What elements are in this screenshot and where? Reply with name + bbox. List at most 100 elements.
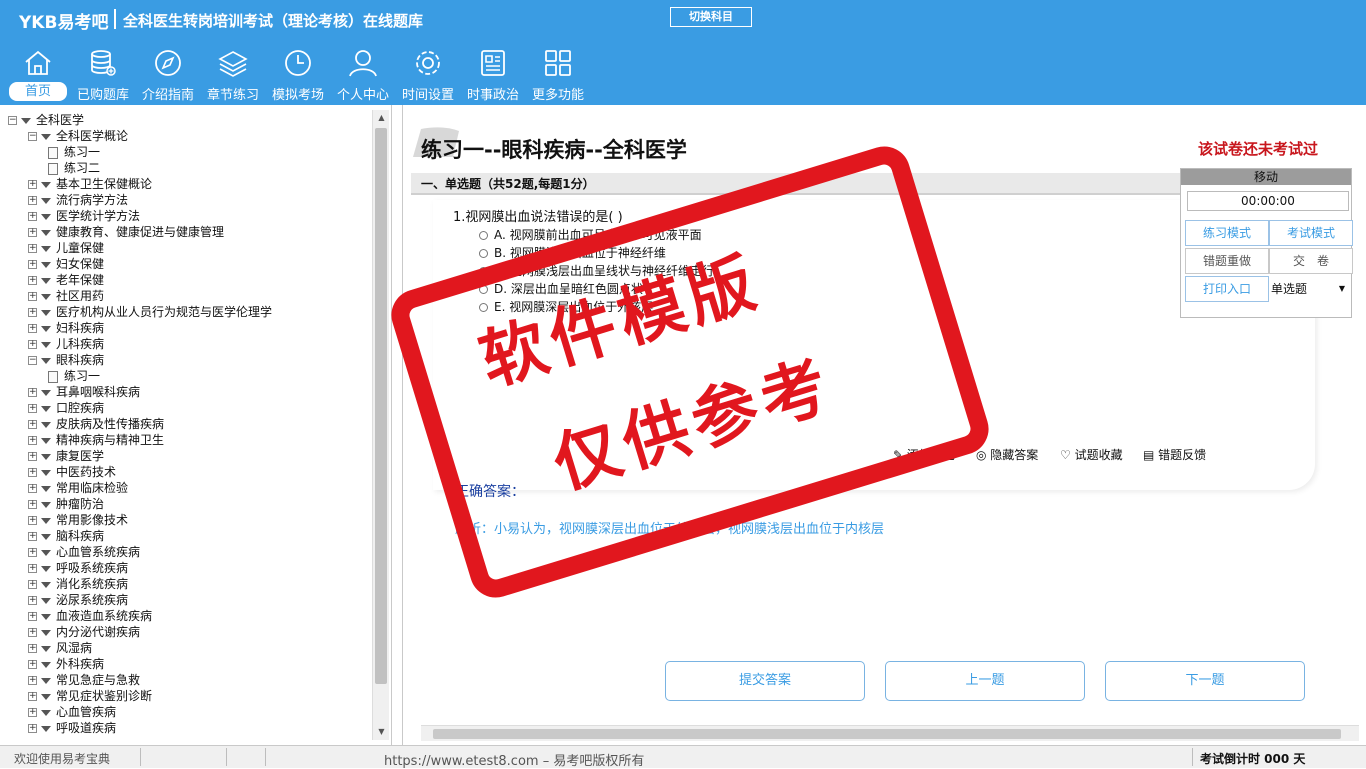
expand-icon[interactable]: + (28, 676, 37, 685)
radio-icon[interactable] (479, 303, 488, 312)
tree-item[interactable]: + 呼吸道疾病 (8, 720, 368, 736)
option-c[interactable]: C. 视网膜浅层出血呈线状与神经纤维走行 (479, 262, 714, 279)
error-feedback-button[interactable]: ▤ 错题反馈 (1143, 446, 1206, 463)
print-button[interactable]: 打印入口 (1185, 276, 1269, 302)
tree-item[interactable]: 练习二 (8, 160, 368, 176)
radio-icon[interactable] (479, 231, 488, 240)
tree-item[interactable]: + 血液造血系统疾病 (8, 608, 368, 624)
expand-icon[interactable]: + (28, 180, 37, 189)
option-d[interactable]: D. 深层出血呈暗红色圆点状 (479, 280, 643, 297)
nav-guide[interactable]: 介绍指南 (135, 48, 201, 104)
tree-scrollbar[interactable]: ▲ ▼ (372, 110, 389, 740)
expand-icon[interactable]: + (28, 244, 37, 253)
nav-personal-center[interactable]: 个人中心 (330, 48, 396, 104)
tree-item[interactable]: + 儿童保健 (8, 240, 368, 256)
expand-icon[interactable]: + (28, 596, 37, 605)
expand-icon[interactable]: + (28, 708, 37, 717)
panel-move-handle[interactable]: 移动 (1181, 169, 1351, 185)
tree-item[interactable]: + 中医药技术 (8, 464, 368, 480)
question-type-select[interactable]: 单选题 ▼ (1269, 277, 1351, 303)
expand-icon[interactable]: + (28, 660, 37, 669)
expand-icon[interactable]: + (28, 452, 37, 461)
tree-item[interactable]: + 常见症状鉴别诊断 (8, 688, 368, 704)
expand-icon[interactable]: + (28, 484, 37, 493)
tree-item[interactable]: + 常见急症与急救 (8, 672, 368, 688)
expand-icon[interactable]: + (28, 388, 37, 397)
practice-mode-button[interactable]: 练习模式 (1185, 220, 1269, 246)
expand-icon[interactable]: + (28, 564, 37, 573)
expand-icon[interactable]: + (28, 724, 37, 733)
add-note-button[interactable]: ✎ 添加笔记 (893, 446, 955, 463)
expand-icon[interactable]: + (28, 548, 37, 557)
nav-mock-exam[interactable]: 模拟考场 (265, 48, 331, 104)
tree-item[interactable]: + 常用临床检验 (8, 480, 368, 496)
tree-item[interactable]: + 常用影像技术 (8, 512, 368, 528)
nav-current-affairs[interactable]: 时事政治 (460, 48, 526, 104)
expand-icon[interactable]: + (28, 612, 37, 621)
nav-chapter-practice[interactable]: 章节练习 (200, 48, 266, 104)
tree-item[interactable]: − 眼科疾病 (8, 352, 368, 368)
horizontal-scrollbar[interactable] (421, 725, 1359, 741)
tree-item[interactable]: + 口腔疾病 (8, 400, 368, 416)
expand-icon[interactable]: + (28, 260, 37, 269)
expand-icon[interactable]: + (28, 212, 37, 221)
tree-item[interactable]: + 健康教育、健康促进与健康管理 (8, 224, 368, 240)
tree-item[interactable]: + 肿瘤防治 (8, 496, 368, 512)
tree-item[interactable]: + 妇科疾病 (8, 320, 368, 336)
expand-icon[interactable]: + (28, 532, 37, 541)
tree-item[interactable]: + 皮肤病及性传播疾病 (8, 416, 368, 432)
scrollbar-thumb[interactable] (375, 128, 387, 684)
expand-icon[interactable]: + (28, 516, 37, 525)
tree-item[interactable]: − 全科医学概论 (8, 128, 368, 144)
radio-icon[interactable] (479, 249, 488, 258)
next-question-button[interactable]: 下一题 (1105, 661, 1305, 701)
tree-item[interactable]: + 医疗机构从业人员行为规范与医学伦理学 (8, 304, 368, 320)
nav-home[interactable]: 首页 (5, 48, 71, 104)
favorite-button[interactable]: ♡ 试题收藏 (1060, 446, 1123, 463)
submit-answer-button[interactable]: 提交答案 (665, 661, 865, 701)
redo-wrong-button[interactable]: 错题重做 (1185, 248, 1269, 274)
tree-item[interactable]: + 医学统计学方法 (8, 208, 368, 224)
collapse-icon[interactable]: − (8, 116, 17, 125)
tree-item[interactable]: + 妇女保健 (8, 256, 368, 272)
tree-item[interactable]: + 精神疾病与精神卫生 (8, 432, 368, 448)
tree-item[interactable]: + 心血管系统疾病 (8, 544, 368, 560)
expand-icon[interactable]: + (28, 196, 37, 205)
exam-mode-button[interactable]: 考试模式 (1269, 220, 1353, 246)
tree-item[interactable]: + 心血管疾病 (8, 704, 368, 720)
expand-icon[interactable]: + (28, 628, 37, 637)
radio-icon[interactable] (479, 285, 488, 294)
tree-item[interactable]: + 基本卫生保健概论 (8, 176, 368, 192)
tree-item[interactable]: + 呼吸系统疾病 (8, 560, 368, 576)
expand-icon[interactable]: + (28, 500, 37, 509)
tree-item[interactable]: + 脑科疾病 (8, 528, 368, 544)
tree-item[interactable]: + 泌尿系统疾病 (8, 592, 368, 608)
tree-item[interactable]: + 风湿病 (8, 640, 368, 656)
tree-item[interactable]: + 外科疾病 (8, 656, 368, 672)
expand-icon[interactable]: + (28, 580, 37, 589)
option-e[interactable]: E. 视网膜深层出血位于外核层 (479, 298, 653, 315)
expand-icon[interactable]: + (28, 436, 37, 445)
option-b[interactable]: B. 视网膜浅层出血位于神经纤维 (479, 244, 666, 261)
expand-icon[interactable]: + (28, 692, 37, 701)
tree-item[interactable]: + 康复医学 (8, 448, 368, 464)
tree-item[interactable]: + 社区用药 (8, 288, 368, 304)
prev-question-button[interactable]: 上一题 (885, 661, 1085, 701)
radio-icon[interactable] (479, 267, 488, 276)
scroll-up-icon[interactable]: ▲ (373, 110, 390, 126)
tree-item[interactable]: 练习一 (8, 144, 368, 160)
switch-subject-button[interactable]: 切换科目 (670, 7, 752, 27)
tree-item[interactable]: − 全科医学 (8, 112, 368, 128)
expand-icon[interactable]: + (28, 420, 37, 429)
tree-item[interactable]: + 内分泌代谢疾病 (8, 624, 368, 640)
tree-item[interactable]: + 消化系统疾病 (8, 576, 368, 592)
expand-icon[interactable]: + (28, 468, 37, 477)
expand-icon[interactable]: + (28, 324, 37, 333)
tree-item[interactable]: + 流行病学方法 (8, 192, 368, 208)
collapse-icon[interactable]: − (28, 356, 37, 365)
expand-icon[interactable]: + (28, 308, 37, 317)
option-a[interactable]: A. 视网膜前出血可呈舟状，可见液平面 (479, 226, 702, 243)
hide-answer-button[interactable]: ◎ 隐藏答案 (976, 446, 1038, 463)
tree-item[interactable]: + 耳鼻咽喉科疾病 (8, 384, 368, 400)
scroll-down-icon[interactable]: ▼ (373, 724, 390, 740)
